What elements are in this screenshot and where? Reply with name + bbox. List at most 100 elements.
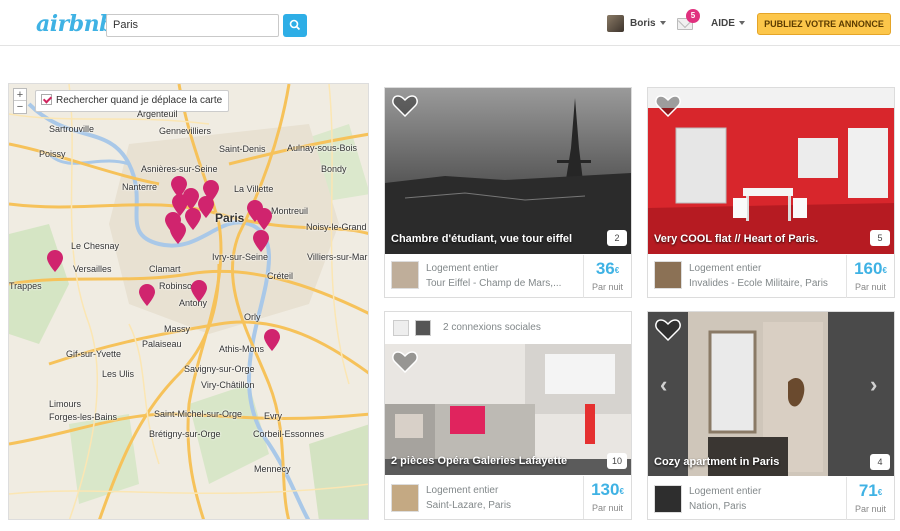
map-label: Savigny-sur-Orge — [184, 364, 255, 374]
search-on-move-toggle[interactable]: Rechercher quand je déplace la carte — [35, 90, 230, 112]
listing-title[interactable]: Cozy apartment in Paris — [654, 456, 779, 468]
map-pin[interactable] — [191, 280, 207, 302]
map-label: Evry — [264, 411, 282, 421]
map[interactable]: + − Rechercher quand je déplace la carte… — [8, 83, 369, 520]
map-label: Massy — [164, 324, 191, 334]
per-night-label: Par nuit — [591, 282, 624, 292]
map-label: Nanterre — [122, 182, 158, 192]
host-avatar[interactable] — [391, 484, 419, 512]
price: 160€ — [847, 259, 894, 279]
price: 130€ — [584, 480, 631, 500]
listing-title[interactable]: Chambre d'étudiant, vue tour eiffel — [391, 233, 572, 245]
map-label: Limours — [49, 399, 82, 409]
host-avatar[interactable] — [391, 261, 419, 289]
map-label: La Villette — [234, 184, 274, 194]
avatar[interactable] — [607, 15, 624, 32]
zoom-control: + − — [13, 88, 27, 114]
map-label: Clamart — [149, 264, 181, 274]
room-type: Logement entier — [689, 263, 762, 274]
map-pin[interactable] — [253, 230, 269, 252]
listing-card[interactable]: Chambre d'étudiant, vue tour eiffel 2 Lo… — [384, 87, 632, 298]
listing-photo[interactable]: 2 pièces Opéra Galeries Lafayette 10 — [385, 344, 631, 475]
search-on-move-label: Rechercher quand je déplace la carte — [56, 95, 223, 106]
chevron-down-icon — [659, 21, 666, 26]
map-label: Forges-les-Bains — [49, 412, 118, 422]
room-type: Logement entier — [426, 485, 499, 496]
zoom-out-button[interactable]: − — [14, 101, 26, 113]
per-night-label: Par nuit — [854, 504, 887, 514]
heart-icon[interactable] — [655, 319, 681, 341]
search-icon — [289, 19, 301, 31]
map-label: Viry-Châtillon — [201, 380, 255, 390]
listing-card[interactable]: ‹ › Cozy apartment in Paris 4 Logement e… — [647, 311, 895, 520]
map-pin[interactable] — [256, 208, 272, 230]
cozy-room-photo — [648, 312, 894, 476]
currency: € — [877, 488, 883, 497]
heart-icon[interactable] — [392, 351, 418, 373]
checkbox[interactable] — [41, 93, 52, 105]
currency: € — [882, 266, 887, 275]
host-avatar[interactable] — [654, 485, 682, 513]
room-type: Logement entier — [426, 263, 499, 274]
listing-card[interactable]: Very COOL flat // Heart of Paris. 5 Loge… — [647, 87, 895, 298]
chevron-down-icon — [738, 21, 745, 26]
social-connections[interactable]: 2 connexions sociales — [384, 311, 632, 344]
review-count: 10 — [607, 453, 627, 469]
help-menu[interactable]: AIDE — [711, 18, 745, 29]
map-pin[interactable] — [47, 250, 63, 272]
room-type: Logement entier — [689, 486, 762, 497]
map-pin[interactable] — [264, 329, 280, 351]
map-label: Noisy-le-Grand — [306, 222, 367, 232]
map-pin[interactable] — [139, 284, 155, 306]
map-pin[interactable] — [185, 208, 201, 230]
map-label: Bondy — [321, 164, 347, 174]
red-room-photo — [648, 88, 894, 254]
map-label: Gennevilliers — [159, 126, 212, 136]
map-label: Les Ulis — [102, 369, 135, 379]
price-value: 36 — [595, 259, 615, 278]
listing-title[interactable]: 2 pièces Opéra Galeries Lafayette — [391, 455, 567, 467]
map-label: Ivry-sur-Seine — [212, 252, 269, 262]
heart-icon[interactable] — [655, 95, 681, 117]
map-label: Orly — [244, 312, 261, 322]
social-connections-label: 2 connexions sociales — [443, 322, 541, 333]
map-label: Saint-Denis — [219, 144, 266, 154]
help-label: AIDE — [711, 18, 735, 29]
map-label: Corbeil-Essonnes — [253, 429, 325, 439]
listing-photo[interactable]: ‹ › Cozy apartment in Paris 4 — [648, 312, 894, 476]
top-nav: airbnb Paris Boris 5 AIDE PUBLIEZ VOTRE … — [0, 0, 900, 46]
map-label: Saint-Michel-sur-Orge — [154, 409, 243, 419]
price-box: 130€ Par nuit — [583, 476, 631, 519]
search-button[interactable] — [283, 14, 307, 37]
zoom-in-button[interactable]: + — [14, 89, 26, 101]
listing-photo[interactable]: Chambre d'étudiant, vue tour eiffel 2 — [385, 88, 631, 254]
chevron-right-icon[interactable]: › — [870, 372, 877, 398]
review-count: 4 — [870, 454, 890, 470]
chevron-left-icon[interactable]: ‹ — [660, 372, 667, 398]
listing-location: Invalides - Ecole Militaire, Paris — [689, 278, 828, 289]
map-label: Villiers-sur-Marne — [307, 252, 368, 262]
map-label: Gif-sur-Yvette — [66, 349, 122, 359]
listing-title[interactable]: Very COOL flat // Heart of Paris. — [654, 233, 818, 245]
map-pin[interactable] — [170, 222, 186, 244]
listing-card[interactable]: 2 pièces Opéra Galeries Lafayette 10 Log… — [384, 344, 632, 520]
user-menu[interactable]: Boris — [630, 18, 666, 29]
map-label: Argenteuil — [137, 109, 178, 119]
friend-avatar[interactable] — [393, 320, 409, 336]
price: 71€ — [847, 481, 894, 501]
heart-icon[interactable] — [392, 95, 418, 117]
listing-photo[interactable]: Very COOL flat // Heart of Paris. 5 — [648, 88, 894, 254]
publish-listing-button[interactable]: PUBLIEZ VOTRE ANNONCE — [757, 13, 891, 35]
host-avatar[interactable] — [654, 261, 682, 289]
currency: € — [619, 487, 624, 496]
friend-avatar[interactable] — [415, 320, 431, 336]
search-input[interactable]: Paris — [106, 14, 279, 37]
map-label: Créteil — [267, 271, 294, 281]
map-label: Athis-Mons — [219, 344, 265, 354]
eiffel-tower-photo — [385, 88, 631, 254]
airbnb-logo[interactable]: airbnb — [36, 11, 114, 37]
map-label: Versailles — [73, 264, 112, 274]
price: 36€ — [584, 259, 631, 279]
map-label-paris: Paris — [215, 211, 245, 225]
map-label: Palaiseau — [142, 339, 182, 349]
